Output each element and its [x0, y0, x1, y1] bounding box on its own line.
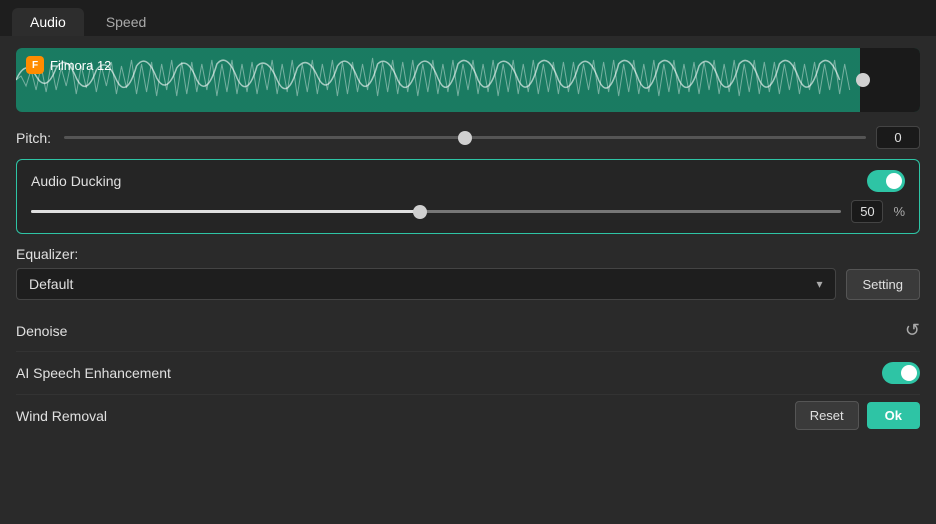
- ducking-slider-fill: [31, 210, 420, 213]
- reset-button[interactable]: Reset: [795, 401, 859, 430]
- ai-speech-enhancement-row: AI Speech Enhancement: [16, 352, 920, 395]
- pitch-slider-area: [64, 128, 866, 148]
- audio-ducking-toggle[interactable]: [867, 170, 905, 192]
- waveform-position-knob[interactable]: [856, 73, 870, 87]
- ducking-slider-track: [31, 210, 841, 213]
- ducking-header: Audio Ducking: [31, 170, 905, 192]
- ducking-percent: %: [893, 204, 905, 219]
- denoise-label: Denoise: [16, 323, 67, 339]
- tab-speed[interactable]: Speed: [88, 8, 164, 36]
- ducking-slider-row: 50 %: [31, 200, 905, 223]
- equalizer-label: Equalizer:: [16, 246, 920, 262]
- ai-speech-label: AI Speech Enhancement: [16, 365, 171, 381]
- ai-speech-toggle[interactable]: [882, 362, 920, 384]
- equalizer-dropdown[interactable]: Default ▾: [16, 268, 836, 300]
- audio-ducking-box: Audio Ducking 50 %: [16, 159, 920, 234]
- filmora-icon: F: [26, 56, 44, 74]
- bottom-row: Wind Removal Reset Ok: [16, 395, 920, 430]
- tab-bar: Audio Speed: [0, 0, 936, 36]
- main-container: Audio Speed // Can't run script here, we…: [0, 0, 936, 524]
- pitch-value[interactable]: 0: [876, 126, 920, 149]
- equalizer-row: Equalizer: Default ▾ Setting: [16, 246, 920, 300]
- tab-audio[interactable]: Audio: [12, 8, 84, 36]
- ducking-value[interactable]: 50: [851, 200, 883, 223]
- denoise-reset-icon[interactable]: ↺: [905, 320, 920, 341]
- chevron-down-icon: ▾: [816, 277, 822, 291]
- ducking-label: Audio Ducking: [31, 173, 121, 189]
- pitch-row: Pitch: 0: [16, 126, 920, 149]
- equalizer-select-row: Default ▾ Setting: [16, 268, 920, 300]
- audio-ducking-toggle-knob: [886, 173, 902, 189]
- pitch-label: Pitch:: [16, 130, 64, 146]
- ai-speech-toggle-knob: [901, 365, 917, 381]
- ok-button[interactable]: Ok: [867, 402, 920, 429]
- waveform-title: Filmora 12: [50, 58, 111, 73]
- equalizer-setting-button[interactable]: Setting: [846, 269, 920, 300]
- denoise-row: Denoise ↺: [16, 310, 920, 352]
- equalizer-selected-value: Default: [29, 276, 73, 292]
- content-area: // Can't run script here, we'll use a st…: [0, 36, 936, 524]
- ducking-slider-thumb[interactable]: [413, 205, 427, 219]
- waveform-svg: // Can't run script here, we'll use a st…: [16, 48, 920, 112]
- pitch-slider-track: [64, 136, 866, 139]
- waveform-display: // Can't run script here, we'll use a st…: [16, 48, 920, 112]
- wind-removal-label: Wind Removal: [16, 408, 107, 424]
- pitch-slider-thumb[interactable]: [458, 131, 472, 145]
- bottom-right-actions: Reset Ok: [795, 401, 920, 430]
- waveform-label: F Filmora 12: [26, 56, 111, 74]
